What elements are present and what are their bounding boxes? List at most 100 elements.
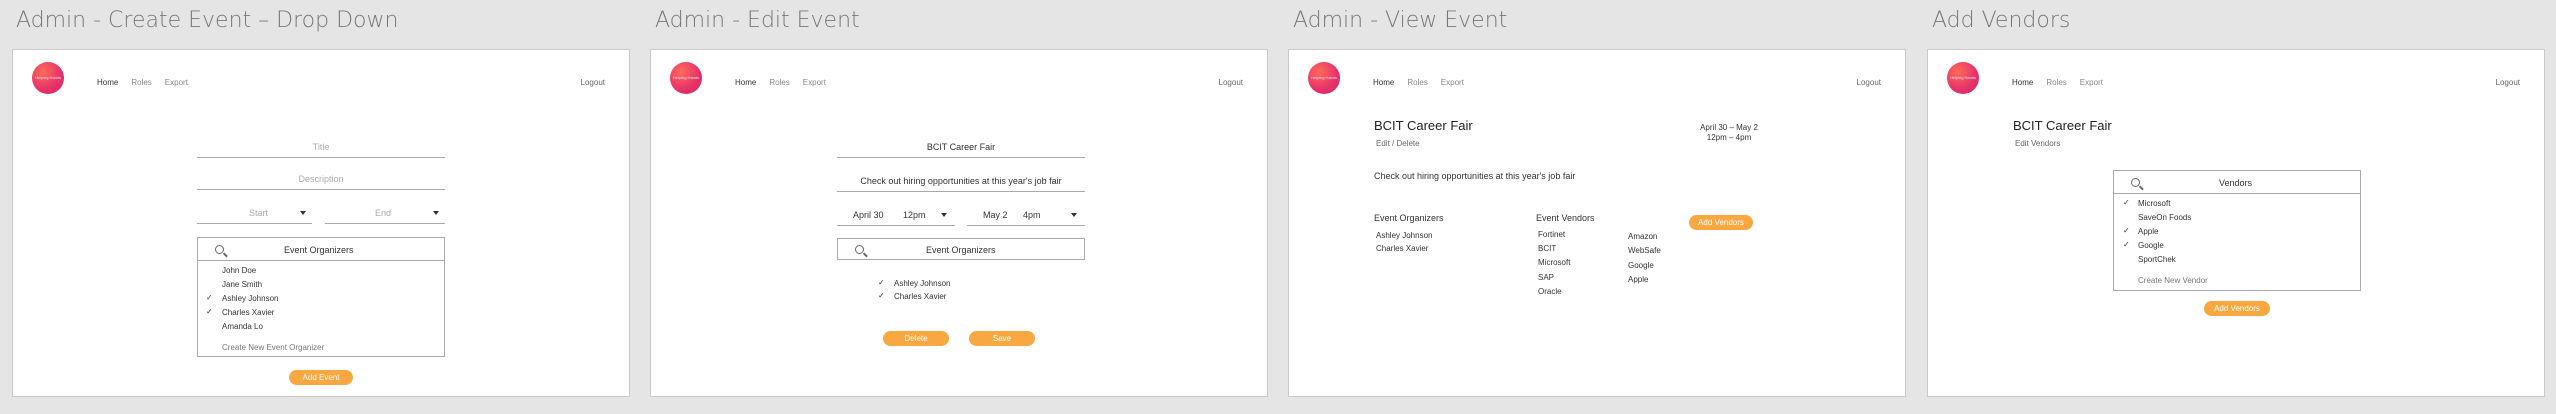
list-item[interactable]: Google <box>2138 241 2164 250</box>
logout-link[interactable]: Logout <box>2496 78 2520 87</box>
logo[interactable]: Helping Hands <box>670 62 702 94</box>
nav-home[interactable]: Home <box>1373 78 1394 87</box>
nav-bar: Home Roles Export <box>735 78 826 87</box>
list-item[interactable]: Charles Xavier <box>894 292 946 301</box>
nav-bar: Home Roles Export <box>1373 78 1464 87</box>
event-date-range: April 30 – May 2 <box>1700 123 1758 132</box>
start-select[interactable]: Start <box>197 208 312 224</box>
list-item[interactable]: Jane Smith <box>222 280 262 289</box>
list-item: Oracle <box>1538 287 1562 296</box>
create-new-vendor-link[interactable]: Create New Vendor <box>2138 276 2208 285</box>
end-date: May 2 <box>983 210 1008 220</box>
frame-title: Add Vendors <box>1932 8 2071 33</box>
checkmark-icon: ✓ <box>206 307 213 316</box>
event-description: Check out hiring opportunities at this y… <box>1374 171 1576 181</box>
list-item[interactable]: Microsoft <box>2138 199 2170 208</box>
search-placeholder: Vendors <box>2219 178 2253 188</box>
chevron-down-icon <box>433 211 439 215</box>
nav-home[interactable]: Home <box>735 78 756 87</box>
list-item[interactable]: SportChek <box>2138 255 2176 264</box>
description-input[interactable]: Check out hiring opportunities at this y… <box>837 176 1085 192</box>
event-title: BCIT Career Fair <box>2013 118 2112 133</box>
logo[interactable]: Helping Hands <box>1308 62 1340 94</box>
checkmark-icon: ✓ <box>206 293 213 302</box>
list-item: BCIT <box>1538 244 1557 253</box>
edit-delete-link[interactable]: Edit / Delete <box>1376 139 1420 148</box>
checkmark-icon: ✓ <box>2123 226 2130 235</box>
organizer-dropdown: John Doe Jane Smith ✓ Ashley Johnson ✓ C… <box>197 261 445 357</box>
list-item[interactable]: Apple <box>2138 227 2158 236</box>
list-item: Microsoft <box>1538 258 1571 267</box>
organizer-search-input[interactable]: Event Organizers <box>837 238 1085 260</box>
nav-bar: Home Roles Export <box>97 78 188 87</box>
save-button[interactable]: Save <box>969 331 1035 346</box>
search-placeholder: Event Organizers <box>926 245 996 255</box>
vendors-heading: Event Vendors <box>1536 213 1595 223</box>
list-item: Charles Xavier <box>1376 244 1429 253</box>
search-icon <box>855 245 864 254</box>
list-item[interactable]: Ashley Johnson <box>222 294 278 303</box>
logo-text: Helping Hands <box>34 74 62 80</box>
add-vendors-frame: Helping Hands Home Roles Export Logout B… <box>1927 49 2545 397</box>
add-event-button[interactable]: Add Event <box>289 370 353 385</box>
logout-link[interactable]: Logout <box>1219 78 1243 87</box>
nav-roles[interactable]: Roles <box>769 78 789 87</box>
checkmark-icon: ✓ <box>2123 240 2130 249</box>
edit-vendors-link[interactable]: Edit Vendors <box>2015 139 2060 148</box>
frame-title: Admin - Edit Event <box>655 8 860 33</box>
nav-roles[interactable]: Roles <box>2046 78 2066 87</box>
edit-event-frame: Helping Hands Home Roles Export Logout B… <box>650 49 1268 397</box>
list-item[interactable]: Amanda Lo <box>222 322 263 331</box>
logout-link[interactable]: Logout <box>581 78 605 87</box>
list-item[interactable]: Ashley Johnson <box>894 279 950 288</box>
nav-home[interactable]: Home <box>97 78 118 87</box>
nav-export[interactable]: Export <box>1441 78 1464 87</box>
logo[interactable]: Helping Hands <box>1947 62 1979 94</box>
event-title: BCIT Career Fair <box>1374 118 1473 133</box>
list-item: Google <box>1628 261 1654 270</box>
view-event-frame: Helping Hands Home Roles Export Logout B… <box>1288 49 1906 397</box>
list-item: SAP <box>1538 273 1555 282</box>
vendor-dropdown: ✓ Microsoft SaveOn Foods ✓ Apple ✓ Googl… <box>2113 194 2361 291</box>
nav-export[interactable]: Export <box>2080 78 2103 87</box>
list-item: Fortinet <box>1538 230 1566 239</box>
add-vendors-button[interactable]: Add Vendors <box>1689 215 1753 230</box>
logo-text: Helping Hands <box>672 74 700 80</box>
description-input[interactable]: Description <box>197 174 445 190</box>
start-label: Start <box>249 208 269 218</box>
create-new-organizer-link[interactable]: Create New Event Organizer <box>222 343 324 352</box>
chevron-down-icon <box>941 213 947 217</box>
logo-text: Helping Hands <box>1949 74 1977 80</box>
chevron-down-icon <box>1071 213 1077 217</box>
nav-roles[interactable]: Roles <box>131 78 151 87</box>
vendor-search-input[interactable]: Vendors <box>2113 170 2361 194</box>
end-select[interactable]: End <box>325 208 445 224</box>
organizer-search-input[interactable]: Event Organizers <box>197 237 445 261</box>
add-vendors-button[interactable]: Add Vendors <box>2204 301 2270 316</box>
logo-text: Helping Hands <box>1310 74 1338 80</box>
start-select[interactable]: April 30 12pm <box>837 210 955 226</box>
search-icon <box>215 245 224 254</box>
checkmark-icon: ✓ <box>2123 198 2130 207</box>
end-time: 4pm <box>1023 210 1041 220</box>
list-item[interactable]: SaveOn Foods <box>2138 213 2191 222</box>
checkmark-icon: ✓ <box>878 291 885 300</box>
title-input[interactable]: Title <box>197 142 445 158</box>
end-select[interactable]: May 2 4pm <box>967 210 1085 226</box>
delete-button[interactable]: Delete <box>883 331 949 346</box>
chevron-down-icon <box>300 211 306 215</box>
nav-home[interactable]: Home <box>2012 78 2033 87</box>
logo[interactable]: Helping Hands <box>32 62 64 94</box>
nav-roles[interactable]: Roles <box>1407 78 1427 87</box>
search-placeholder: Event Organizers <box>284 245 354 255</box>
list-item[interactable]: John Doe <box>222 266 256 275</box>
nav-export[interactable]: Export <box>165 78 188 87</box>
list-item[interactable]: Charles Xavier <box>222 308 274 317</box>
logout-link[interactable]: Logout <box>1857 78 1881 87</box>
search-icon <box>2131 178 2140 187</box>
list-item: Apple <box>1628 275 1649 284</box>
organizers-heading: Event Organizers <box>1374 213 1444 223</box>
title-input[interactable]: BCIT Career Fair <box>837 142 1085 158</box>
checkmark-icon: ✓ <box>878 278 885 287</box>
nav-export[interactable]: Export <box>803 78 826 87</box>
